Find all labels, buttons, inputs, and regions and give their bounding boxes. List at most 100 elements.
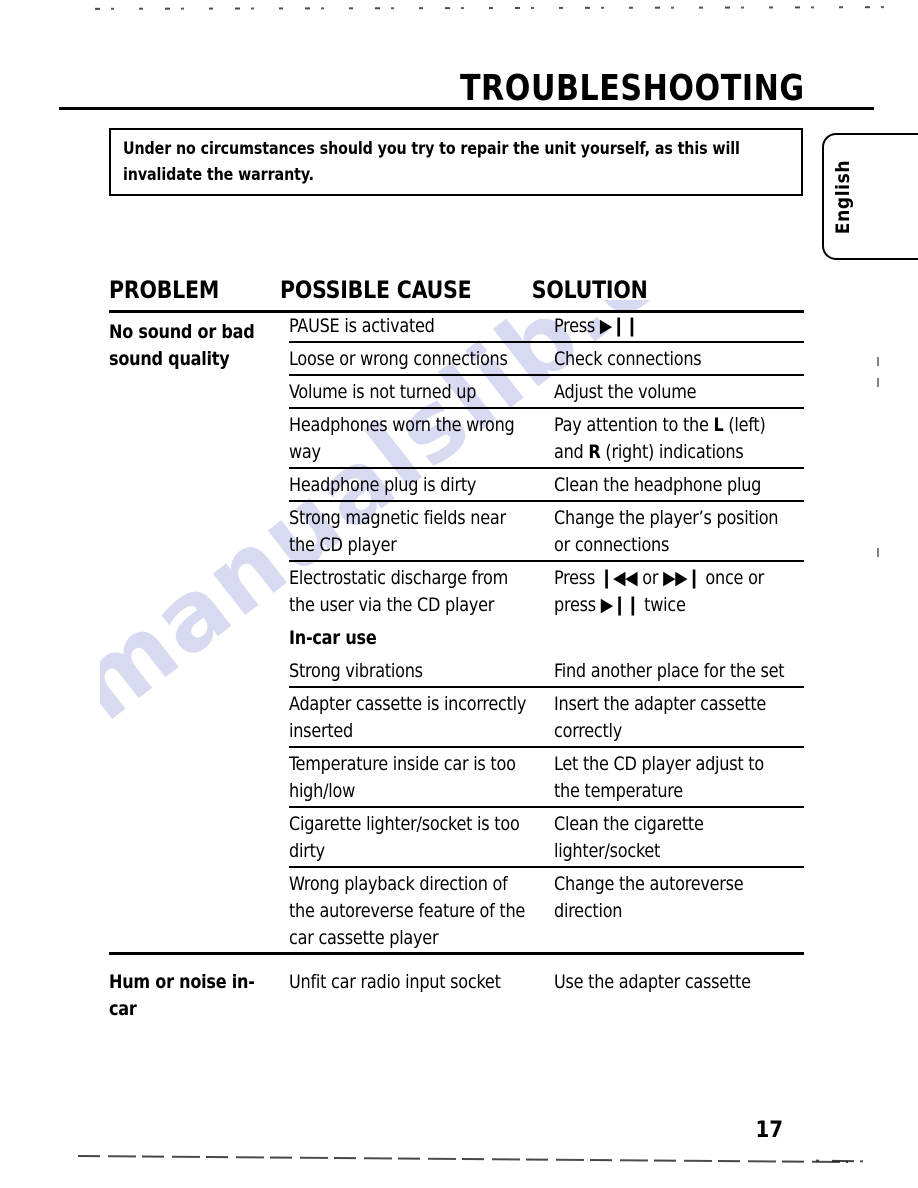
- cell-cause-text: Wrong playback direction of the autoreve…: [289, 873, 526, 949]
- cell-solution: Pay attention to the L (left) and R (rig…: [554, 412, 804, 466]
- scan-speck: [877, 548, 879, 557]
- cell-solution-text: Use the adapter cassette: [554, 971, 751, 993]
- cell-solution: Find another place for the set: [554, 658, 804, 685]
- cell-solution-text: Insert the adapter cassette correctly: [554, 693, 767, 742]
- cell-solution-text: Clean the headphone plug: [554, 474, 762, 496]
- table-row: Volume is not turned up Adjust the volume: [109, 379, 804, 409]
- language-tab-english[interactable]: English: [822, 133, 918, 260]
- row-divider: [289, 806, 804, 808]
- cell-cause-text: Unfit car radio input socket: [289, 971, 501, 993]
- table-row: Temperature inside car is too high/low Le…: [109, 751, 804, 808]
- cell-cause-text: Cigarette lighter/socket is too dirty: [289, 813, 520, 862]
- cell-possible-cause: PAUSE is activated: [289, 313, 554, 340]
- header-problem: PROBLEM: [109, 276, 220, 304]
- scan-artifact-bottom: [78, 1154, 848, 1164]
- cell-cause-text: Loose or wrong connections: [289, 348, 508, 370]
- row-divider: [289, 686, 804, 688]
- cell-cause-text: Headphone plug is dirty: [289, 474, 477, 496]
- cell-cause-text: Headphones worn the wrong way: [289, 414, 515, 463]
- cell-possible-cause: Strong vibrations: [289, 658, 554, 685]
- header-possible-cause: POSSIBLE CAUSE: [280, 276, 472, 304]
- cell-possible-cause: Wrong playback direction of the autoreve…: [289, 871, 554, 952]
- table-header-row: PROBLEM POSSIBLE CAUSE SOLUTION: [109, 275, 769, 305]
- cell-possible-cause: Volume is not turned up: [289, 379, 554, 406]
- cell-solution-text: Let the CD player adjust to the temperat…: [554, 753, 764, 802]
- table-row: Strong magnetic fields near the CD playe…: [109, 505, 804, 562]
- page-title: TROUBLESHOOTING: [460, 68, 805, 109]
- cell-cause-text: Adapter cassette is incorrectly inserted: [289, 693, 527, 742]
- cell-possible-cause: Temperature inside car is too high/low: [289, 751, 554, 805]
- cell-cause-text: Volume is not turned up: [289, 381, 477, 403]
- language-tab-label: English: [832, 159, 854, 234]
- cell-possible-cause: Strong magnetic fields near the CD playe…: [289, 505, 554, 559]
- table-row: PAUSE is activated Press ▶❙❙: [109, 313, 804, 343]
- scan-artifact-top: [94, 6, 896, 10]
- table-row: Headphones worn the wrong way Pay attenti…: [109, 412, 804, 469]
- row-divider: [289, 407, 804, 409]
- cell-possible-cause: In-car use: [289, 625, 554, 652]
- cell-solution-text: Press ▶❙❙: [554, 315, 639, 337]
- cell-possible-cause: Loose or wrong connections: [289, 346, 554, 373]
- cell-solution: Change the player’s position or connecti…: [554, 505, 804, 559]
- cell-possible-cause: Adapter cassette is incorrectly inserted: [289, 691, 554, 745]
- scan-artifact-bottom-right: [809, 1159, 875, 1163]
- warning-box: Under no circumstances should you try to…: [109, 128, 803, 196]
- row-divider: [289, 374, 804, 376]
- cell-solution: Insert the adapter cassette correctly: [554, 691, 804, 745]
- cell-cause-text: PAUSE is activated: [289, 315, 435, 337]
- warning-text: Under no circumstances should you try to…: [123, 139, 740, 184]
- cell-solution-text: Clean the cigarette lighter/socket: [554, 813, 704, 862]
- row-divider: [289, 746, 804, 748]
- cell-solution: Change the autoreverse direction: [554, 871, 804, 925]
- title-divider: [59, 107, 874, 110]
- cell-cause-text: In-car use: [289, 627, 377, 649]
- row-divider: [289, 560, 804, 562]
- table-row: In-car use: [109, 625, 804, 655]
- cell-cause-text: Strong magnetic fields near the CD playe…: [289, 507, 506, 556]
- cell-solution: Use the adapter cassette: [554, 969, 804, 996]
- cell-solution: Adjust the volume: [554, 379, 804, 406]
- cell-possible-cause: Unfit car radio input socket: [289, 969, 554, 996]
- header-solution: SOLUTION: [531, 276, 648, 304]
- table-section: Hum or noise in-car Unfit car radio input…: [109, 969, 804, 1020]
- table-row: Adapter cassette is incorrectly inserted…: [109, 691, 804, 748]
- row-divider: [289, 341, 804, 343]
- scan-speck: [877, 378, 879, 387]
- table-row: Electrostatic discharge from the user vi…: [109, 565, 804, 622]
- table-row: Unfit car radio input socket Use the adap…: [109, 969, 804, 999]
- cell-solution: Let the CD player adjust to the temperat…: [554, 751, 804, 805]
- row-divider: [289, 500, 804, 502]
- table-row: Cigarette lighter/socket is too dirty Cle…: [109, 811, 804, 868]
- table-row: Headphone plug is dirty Clean the headpho…: [109, 472, 804, 502]
- cell-solution-text: Find another place for the set: [554, 660, 785, 682]
- table-body: No sound or bad sound quality PAUSE is ac…: [109, 313, 804, 1020]
- cell-possible-cause: Headphone plug is dirty: [289, 472, 554, 499]
- cell-solution: Check connections: [554, 346, 804, 373]
- table-row: Loose or wrong connections Check connecti…: [109, 346, 804, 376]
- cell-possible-cause: Headphones worn the wrong way: [289, 412, 554, 466]
- scan-speck: [877, 357, 879, 366]
- cell-cause-text: Temperature inside car is too high/low: [289, 753, 516, 802]
- troubleshooting-table: PROBLEM POSSIBLE CAUSE SOLUTION No sound…: [109, 275, 804, 1020]
- cell-solution-text: Change the autoreverse direction: [554, 873, 744, 922]
- cell-solution-text: Pay attention to the L (left) and R (rig…: [554, 414, 766, 463]
- cell-solution-text: Check connections: [554, 348, 702, 370]
- row-divider: [109, 952, 804, 955]
- cell-solution: Clean the headphone plug: [554, 472, 804, 499]
- cell-solution: Press ▶❙❙: [554, 313, 804, 340]
- cell-solution: Press ❙◀◀ or ▶▶❙ once or press ▶❙❙ twice: [554, 565, 804, 619]
- cell-possible-cause: Electrostatic discharge from the user vi…: [289, 565, 554, 619]
- table-section: No sound or bad sound quality PAUSE is ac…: [109, 313, 804, 955]
- cell-solution: Clean the cigarette lighter/socket: [554, 811, 804, 865]
- cell-solution-text: Press ❙◀◀ or ▶▶❙ once or press ▶❙❙ twice: [554, 567, 765, 616]
- page-number: 17: [755, 1118, 783, 1143]
- cell-cause-text: Electrostatic discharge from the user vi…: [289, 567, 509, 616]
- cell-solution-text: Change the player’s position or connecti…: [554, 507, 779, 556]
- cell-solution-text: Adjust the volume: [554, 381, 697, 403]
- row-divider: [289, 467, 804, 469]
- table-row: Strong vibrations Find another place for …: [109, 658, 804, 688]
- table-row: Wrong playback direction of the autoreve…: [109, 871, 804, 955]
- cell-possible-cause: Cigarette lighter/socket is too dirty: [289, 811, 554, 865]
- row-divider: [289, 866, 804, 868]
- cell-cause-text: Strong vibrations: [289, 660, 423, 682]
